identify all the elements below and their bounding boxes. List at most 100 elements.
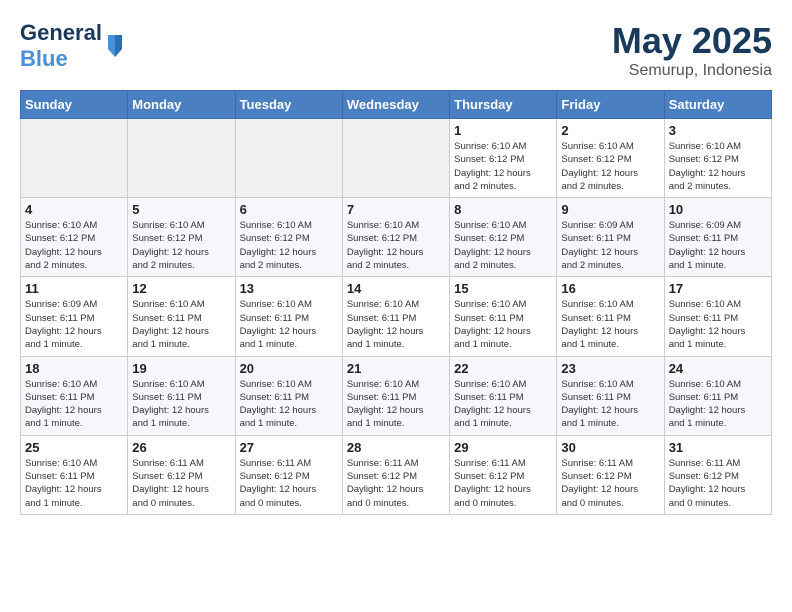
day-info: Sunrise: 6:10 AM Sunset: 6:12 PM Dayligh… (561, 140, 659, 193)
table-row: 22 Sunrise: 6:10 AM Sunset: 6:11 PM Dayli… (450, 356, 557, 435)
table-row: 17Sunrise: 6:10 AM Sunset: 6:11 PM Dayli… (664, 277, 771, 356)
day-number: 11 (25, 281, 123, 296)
day-info: Sunrise: 6:10 AM Sunset: 6:11 PM Dayligh… (240, 378, 338, 431)
table-row: 11 Sunrise: 6:09 AM Sunset: 6:11 PM Dayli… (21, 277, 128, 356)
day-number: 10 (669, 202, 767, 217)
day-number: 23 (561, 361, 659, 376)
day-info: Sunrise: 6:10 AM Sunset: 6:11 PM Dayligh… (132, 298, 230, 351)
col-tuesday: Tuesday (235, 91, 342, 119)
col-friday: Friday (557, 91, 664, 119)
table-row (342, 119, 449, 198)
day-number: 21 (347, 361, 445, 376)
day-number: 31 (669, 440, 767, 455)
title-block: May 2025 Semurup, Indonesia (612, 20, 772, 80)
day-number: 16 (561, 281, 659, 296)
table-row: 7Sunrise: 6:10 AM Sunset: 6:12 PM Daylig… (342, 198, 449, 277)
location: Semurup, Indonesia (612, 62, 772, 80)
day-info: Sunrise: 6:09 AM Sunset: 6:11 PM Dayligh… (25, 298, 123, 351)
table-row: 4Sunrise: 6:10 AM Sunset: 6:12 PM Daylig… (21, 198, 128, 277)
table-row: 2 Sunrise: 6:10 AM Sunset: 6:12 PM Daylig… (557, 119, 664, 198)
day-info: Sunrise: 6:10 AM Sunset: 6:11 PM Dayligh… (561, 298, 659, 351)
day-number: 14 (347, 281, 445, 296)
day-info: Sunrise: 6:10 AM Sunset: 6:11 PM Dayligh… (561, 378, 659, 431)
page-header: General Blue May 2025 Semurup, Indonesia (20, 20, 772, 80)
day-info: Sunrise: 6:10 AM Sunset: 6:11 PM Dayligh… (25, 378, 123, 431)
day-number: 28 (347, 440, 445, 455)
day-number: 27 (240, 440, 338, 455)
col-thursday: Thursday (450, 91, 557, 119)
day-number: 13 (240, 281, 338, 296)
table-row: 31Sunrise: 6:11 AM Sunset: 6:12 PM Dayli… (664, 435, 771, 514)
day-info: Sunrise: 6:10 AM Sunset: 6:11 PM Dayligh… (454, 378, 552, 431)
day-info: Sunrise: 6:10 AM Sunset: 6:11 PM Dayligh… (669, 378, 767, 431)
day-info: Sunrise: 6:09 AM Sunset: 6:11 PM Dayligh… (561, 219, 659, 272)
table-row: 20Sunrise: 6:10 AM Sunset: 6:11 PM Dayli… (235, 356, 342, 435)
day-number: 2 (561, 123, 659, 138)
day-info: Sunrise: 6:11 AM Sunset: 6:12 PM Dayligh… (561, 457, 659, 510)
day-info: Sunrise: 6:11 AM Sunset: 6:12 PM Dayligh… (240, 457, 338, 510)
col-sunday: Sunday (21, 91, 128, 119)
day-number: 6 (240, 202, 338, 217)
day-number: 5 (132, 202, 230, 217)
day-info: Sunrise: 6:11 AM Sunset: 6:12 PM Dayligh… (347, 457, 445, 510)
col-monday: Monday (128, 91, 235, 119)
table-row: 3 Sunrise: 6:10 AM Sunset: 6:12 PM Daylig… (664, 119, 771, 198)
day-number: 29 (454, 440, 552, 455)
table-row: 28 Sunrise: 6:11 AM Sunset: 6:12 PM Dayli… (342, 435, 449, 514)
table-row: 30 Sunrise: 6:11 AM Sunset: 6:12 PM Dayli… (557, 435, 664, 514)
day-info: Sunrise: 6:10 AM Sunset: 6:12 PM Dayligh… (132, 219, 230, 272)
col-saturday: Saturday (664, 91, 771, 119)
day-info: Sunrise: 6:10 AM Sunset: 6:12 PM Dayligh… (240, 219, 338, 272)
table-row: 21 Sunrise: 6:10 AM Sunset: 6:11 PM Dayli… (342, 356, 449, 435)
day-info: Sunrise: 6:10 AM Sunset: 6:11 PM Dayligh… (132, 378, 230, 431)
day-number: 22 (454, 361, 552, 376)
day-number: 12 (132, 281, 230, 296)
table-row: 16 Sunrise: 6:10 AM Sunset: 6:11 PM Dayli… (557, 277, 664, 356)
table-row (21, 119, 128, 198)
day-info: Sunrise: 6:10 AM Sunset: 6:12 PM Dayligh… (347, 219, 445, 272)
table-row: 10 Sunrise: 6:09 AM Sunset: 6:11 PM Dayli… (664, 198, 771, 277)
calendar-week-row: 25 Sunrise: 6:10 AM Sunset: 6:11 PM Dayli… (21, 435, 772, 514)
table-row: 8Sunrise: 6:10 AM Sunset: 6:12 PM Daylig… (450, 198, 557, 277)
table-row: 14 Sunrise: 6:10 AM Sunset: 6:11 PM Dayli… (342, 277, 449, 356)
day-info: Sunrise: 6:11 AM Sunset: 6:12 PM Dayligh… (454, 457, 552, 510)
day-info: Sunrise: 6:10 AM Sunset: 6:12 PM Dayligh… (454, 219, 552, 272)
day-number: 30 (561, 440, 659, 455)
table-row (128, 119, 235, 198)
day-info: Sunrise: 6:10 AM Sunset: 6:11 PM Dayligh… (347, 298, 445, 351)
col-wednesday: Wednesday (342, 91, 449, 119)
table-row: 19 Sunrise: 6:10 AM Sunset: 6:11 PM Dayli… (128, 356, 235, 435)
day-info: Sunrise: 6:10 AM Sunset: 6:11 PM Dayligh… (25, 457, 123, 510)
table-row: 1 Sunrise: 6:10 AM Sunset: 6:12 PM Daylig… (450, 119, 557, 198)
day-number: 15 (454, 281, 552, 296)
day-info: Sunrise: 6:09 AM Sunset: 6:11 PM Dayligh… (669, 219, 767, 272)
day-number: 17 (669, 281, 767, 296)
logo-icon (106, 35, 124, 57)
day-number: 25 (25, 440, 123, 455)
day-number: 19 (132, 361, 230, 376)
month-title: May 2025 (612, 20, 772, 62)
day-info: Sunrise: 6:10 AM Sunset: 6:12 PM Dayligh… (454, 140, 552, 193)
logo: General Blue (20, 20, 124, 72)
day-number: 3 (669, 123, 767, 138)
day-info: Sunrise: 6:10 AM Sunset: 6:11 PM Dayligh… (454, 298, 552, 351)
calendar-week-row: 1 Sunrise: 6:10 AM Sunset: 6:12 PM Daylig… (21, 119, 772, 198)
table-row: 6 Sunrise: 6:10 AM Sunset: 6:12 PM Daylig… (235, 198, 342, 277)
logo-text: General Blue (20, 20, 102, 72)
day-number: 26 (132, 440, 230, 455)
table-row: 26Sunrise: 6:11 AM Sunset: 6:12 PM Dayli… (128, 435, 235, 514)
calendar-table: Sunday Monday Tuesday Wednesday Thursday… (20, 90, 772, 515)
table-row: 9 Sunrise: 6:09 AM Sunset: 6:11 PM Daylig… (557, 198, 664, 277)
day-number: 1 (454, 123, 552, 138)
calendar-header-row: Sunday Monday Tuesday Wednesday Thursday… (21, 91, 772, 119)
table-row: 27 Sunrise: 6:11 AM Sunset: 6:12 PM Dayli… (235, 435, 342, 514)
day-number: 9 (561, 202, 659, 217)
table-row: 23 Sunrise: 6:10 AM Sunset: 6:11 PM Dayli… (557, 356, 664, 435)
day-info: Sunrise: 6:10 AM Sunset: 6:11 PM Dayligh… (347, 378, 445, 431)
table-row: 13Sunrise: 6:10 AM Sunset: 6:11 PM Dayli… (235, 277, 342, 356)
day-info: Sunrise: 6:10 AM Sunset: 6:12 PM Dayligh… (669, 140, 767, 193)
table-row: 24Sunrise: 6:10 AM Sunset: 6:11 PM Dayli… (664, 356, 771, 435)
calendar-week-row: 11 Sunrise: 6:09 AM Sunset: 6:11 PM Dayli… (21, 277, 772, 356)
day-number: 4 (25, 202, 123, 217)
table-row: 18Sunrise: 6:10 AM Sunset: 6:11 PM Dayli… (21, 356, 128, 435)
